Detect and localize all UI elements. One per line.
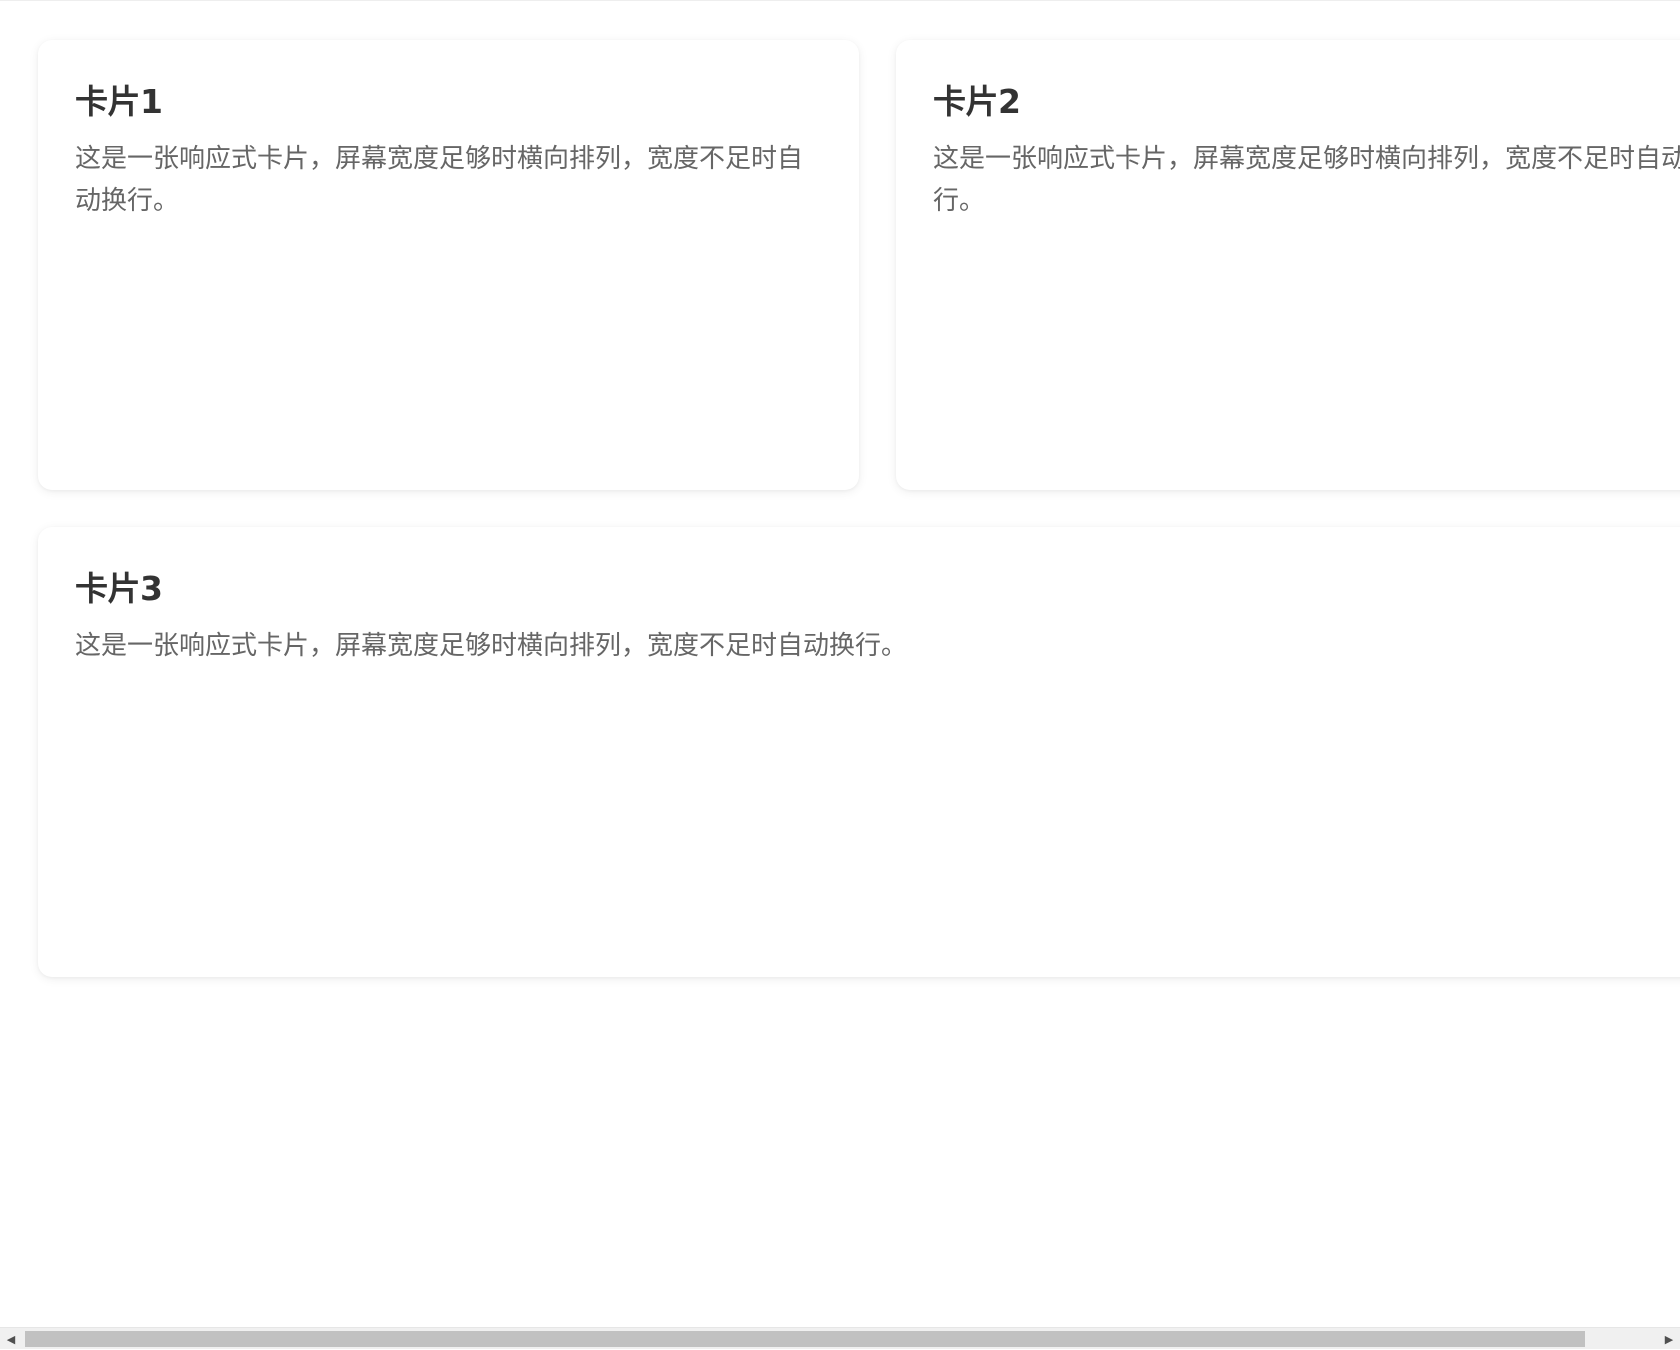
card-text: 这是一张响应式卡片，屏幕宽度足够时横向排列，宽度不足时自动换行。 — [933, 144, 1680, 216]
card-3: 卡片3 这是一张响应式卡片，屏幕宽度足够时横向排列，宽度不足时自动换行。 — [38, 527, 1680, 977]
card-title: 卡片2 — [933, 82, 1021, 121]
card-title: 卡片1 — [75, 82, 163, 121]
card-2: 卡片2 这是一张响应式卡片，屏幕宽度足够时横向排列，宽度不足时自动换行。 — [896, 40, 1680, 490]
card-text: 这是一张响应式卡片，屏幕宽度足够时横向排列，宽度不足时自动换行。 — [75, 144, 804, 216]
horizontal-scrollbar[interactable]: ◀ ▶ — [0, 1327, 1680, 1349]
page-viewport: 卡片1 这是一张响应式卡片，屏幕宽度足够时横向排列，宽度不足时自动换行。 卡片2… — [0, 0, 1680, 1327]
card-1: 卡片1 这是一张响应式卡片，屏幕宽度足够时横向排列，宽度不足时自动换行。 — [38, 40, 859, 490]
card-text: 这是一张响应式卡片，屏幕宽度足够时横向排列，宽度不足时自动换行。 — [75, 631, 908, 661]
scrollbar-thumb[interactable] — [25, 1331, 1585, 1347]
triangle-left-icon[interactable]: ◀ — [0, 1328, 22, 1350]
triangle-right-icon[interactable]: ▶ — [1658, 1328, 1680, 1350]
card-title: 卡片3 — [75, 569, 163, 608]
